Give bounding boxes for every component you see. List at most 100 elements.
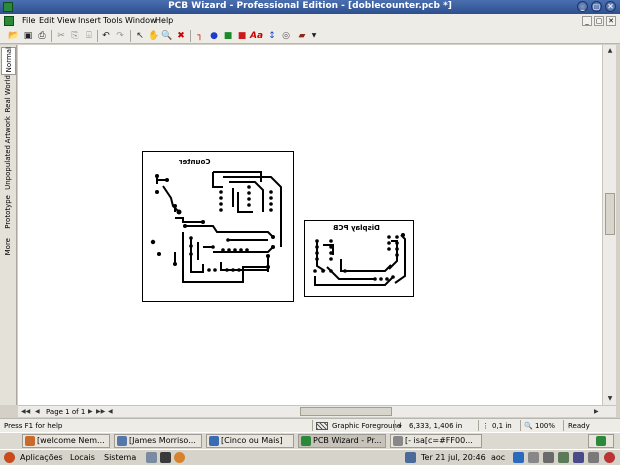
copy-icon[interactable]: ⎘	[69, 30, 81, 42]
scroll-up-icon[interactable]: ▲	[604, 45, 616, 56]
window-title: PCB Wizard - Professional Edition - [dob…	[168, 1, 452, 11]
menu-file[interactable]: File	[22, 16, 35, 25]
panel-user[interactable]: aoc	[491, 452, 505, 464]
keyboard-icon[interactable]	[528, 452, 539, 463]
track-tool-icon[interactable]: ┐	[194, 30, 206, 42]
task-welcome[interactable]: [welcome Nem...	[22, 434, 110, 448]
scroll-left-icon[interactable]: ◀	[108, 407, 113, 417]
menu-applications[interactable]: Aplicações	[20, 452, 63, 464]
status-help-text: Press F1 for help	[4, 422, 63, 430]
first-page-icon[interactable]: ◀◀	[21, 407, 30, 417]
scroll-down-icon[interactable]: ▼	[604, 393, 616, 404]
status-coordinates: 6,333, 1,406 in	[409, 422, 463, 430]
grid-icon: ⋮	[482, 422, 489, 430]
task-isa[interactable]: [- isa[c=#FF00...	[390, 434, 482, 448]
vertical-scrollbar[interactable]: ▲ ▼	[602, 45, 616, 405]
title-bar: PCB Wizard - Professional Edition - [dob…	[0, 0, 620, 14]
text-tool-icon[interactable]: Aa	[250, 30, 263, 42]
paste-icon[interactable]: ⌹	[83, 30, 95, 42]
scroll-right-icon[interactable]: ▶	[594, 407, 599, 417]
chat-icon	[393, 436, 403, 446]
redo-icon[interactable]: ↷	[114, 30, 126, 42]
print-icon[interactable]: ⎙	[36, 30, 48, 42]
toolbar: 📂 ▣ ⎙ ✂ ⎘ ⌹ ↶ ↷ ↖ ✋ 🔍 ✖ ┐ ● ■ ■ Aa ↕ ◎ ▰…	[0, 28, 620, 44]
pad-tool-icon[interactable]: ●	[208, 30, 220, 42]
volume-icon[interactable]	[543, 452, 554, 463]
menu-edit[interactable]: Edit	[39, 16, 55, 25]
task-pcb-wizard[interactable]: PCB Wizard - Pr...	[298, 434, 386, 448]
open-icon[interactable]: 📂	[8, 30, 20, 42]
bluetooth-icon[interactable]	[513, 452, 524, 463]
tab-real-world[interactable]: Real World	[1, 75, 16, 114]
vertical-scroll-thumb[interactable]	[605, 193, 615, 235]
doc-close-button[interactable]: ✕	[606, 16, 616, 26]
document-icon[interactable]	[4, 16, 14, 26]
menu-insert[interactable]: Insert	[78, 16, 101, 25]
chevron-down-icon[interactable]: ▼	[308, 30, 320, 42]
power-icon[interactable]	[604, 452, 615, 463]
tab-unpopulated[interactable]: Unpopulated	[1, 145, 16, 192]
menu-tools[interactable]: Tools	[103, 16, 123, 25]
minimize-button[interactable]: _	[577, 1, 588, 12]
status-grid: 0,1 in	[492, 422, 512, 430]
task-james-morrison[interactable]: [James Morriso...	[114, 434, 202, 448]
prev-page-icon[interactable]: ◀	[35, 407, 40, 417]
counter-board[interactable]: Counter	[142, 151, 294, 302]
status-state: Ready	[568, 422, 590, 430]
ubuntu-logo-icon[interactable]	[4, 452, 15, 463]
drill-tool-icon[interactable]: ◎	[280, 30, 292, 42]
delete-icon[interactable]: ✖	[175, 30, 187, 42]
system-panel: Aplicações Locais Sistema Ter 21 jul, 20…	[0, 449, 620, 465]
maximize-button[interactable]: ▢	[591, 1, 602, 12]
next-page-icon[interactable]: ▶	[88, 407, 93, 417]
menu-bar: File Edit View Insert Tools Window Help …	[0, 14, 620, 28]
last-page-icon[interactable]: ▶▶	[96, 407, 105, 417]
component-tool-icon[interactable]: ■	[222, 30, 234, 42]
coords-icon: ⌖	[398, 422, 402, 430]
mail-icon[interactable]	[573, 452, 584, 463]
menu-system[interactable]: Sistema	[104, 452, 136, 464]
panel-clock[interactable]: Ter 21 jul, 20:46	[421, 452, 486, 464]
menu-view[interactable]: View	[57, 16, 76, 25]
pointer-icon[interactable]: ↖	[134, 30, 146, 42]
tab-prototype[interactable]: Prototype	[1, 193, 16, 231]
horizontal-scroll-thumb[interactable]	[300, 407, 392, 416]
task-cinco-ou-mais[interactable]: [Cinco ou Mais]	[206, 434, 294, 448]
menu-places[interactable]: Locais	[70, 452, 95, 464]
doc-restore-button[interactable]: ▢	[594, 16, 604, 26]
close-button[interactable]: ✕	[605, 1, 616, 12]
window-icon	[117, 436, 127, 446]
game-icon	[209, 436, 219, 446]
workspace-switcher[interactable]	[588, 434, 614, 448]
connector-tool-icon[interactable]: ↕	[266, 30, 278, 42]
page-navigation-bar: ◀◀ ◀ Page 1 of 1 ▶ ▶▶ ◀ ▶	[18, 405, 616, 417]
battery-icon[interactable]	[558, 452, 569, 463]
layer-swatch-icon	[316, 422, 328, 430]
tab-normal[interactable]: Normal	[1, 47, 16, 75]
display-board-tracks	[313, 233, 406, 286]
help-icon[interactable]	[146, 452, 157, 463]
doc-minimize-button[interactable]: _	[582, 16, 592, 26]
firefox-launcher-icon[interactable]	[174, 452, 185, 463]
pcb-canvas[interactable]: Counter Display PCB	[18, 45, 602, 405]
hand-pan-icon[interactable]: ✋	[148, 30, 160, 42]
pcb-wizard-icon	[301, 436, 311, 446]
zoom-icon[interactable]: 🔍	[161, 30, 173, 42]
workspace-icon	[596, 436, 606, 446]
updates-icon[interactable]	[588, 452, 599, 463]
tab-more[interactable]: More	[1, 233, 16, 257]
view-mode-tabs: Normal Real World Artwork Unpopulated Pr…	[0, 45, 17, 405]
status-bar: Press F1 for help Graphic Foreground ⌖ 6…	[0, 418, 620, 432]
undo-icon[interactable]: ↶	[100, 30, 112, 42]
menu-window[interactable]: Window	[125, 16, 157, 25]
network-icon[interactable]	[405, 452, 416, 463]
counter-board-tracks	[150, 171, 282, 283]
tab-artwork[interactable]: Artwork	[1, 115, 16, 145]
display-pcb-board[interactable]: Display PCB	[304, 220, 414, 297]
menu-help[interactable]: Help	[155, 16, 173, 25]
terminal-icon[interactable]	[160, 452, 171, 463]
layers-dropdown-icon[interactable]: ▰	[296, 30, 308, 42]
cut-icon[interactable]: ✂	[55, 30, 67, 42]
save-icon[interactable]: ▣	[22, 30, 34, 42]
copper-area-icon[interactable]: ■	[236, 30, 248, 42]
